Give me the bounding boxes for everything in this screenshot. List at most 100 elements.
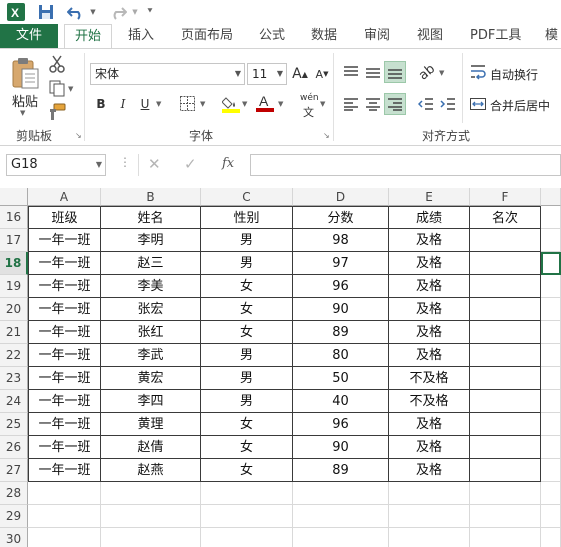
cell-d20[interactable]: 90: [293, 298, 389, 321]
tab-file[interactable]: 文件: [0, 24, 58, 48]
cell-d24[interactable]: 40: [293, 390, 389, 413]
column-header-g[interactable]: [541, 188, 561, 206]
cell-b26[interactable]: 赵倩: [101, 436, 201, 459]
decrease-font-size-icon[interactable]: A ▼: [313, 63, 331, 85]
save-icon[interactable]: [36, 2, 56, 22]
cell-b22[interactable]: 李武: [101, 344, 201, 367]
enter-icon[interactable]: ✓: [184, 155, 197, 173]
cell-f27[interactable]: [470, 459, 541, 482]
cell-a17[interactable]: 一年一班: [28, 229, 101, 252]
row-header-16[interactable]: 16: [0, 206, 28, 229]
name-box-dropdown-icon[interactable]: ▼: [96, 155, 102, 175]
borders-dropdown-icon[interactable]: ▼: [200, 100, 205, 108]
tab-review[interactable]: 审阅: [364, 24, 390, 48]
clipboard-dialog-launcher-icon[interactable]: ↘: [75, 131, 82, 140]
cell-f29[interactable]: [470, 505, 541, 528]
tab-data[interactable]: 数据: [311, 24, 337, 48]
copy-icon[interactable]: [48, 79, 66, 100]
undo-icon[interactable]: [64, 2, 88, 22]
tab-more[interactable]: 模: [545, 24, 558, 48]
cell-e20[interactable]: 及格: [389, 298, 470, 321]
paste-dropdown-icon[interactable]: ▼: [20, 109, 25, 117]
cell-e23[interactable]: 不及格: [389, 367, 470, 390]
cell-c19[interactable]: 女: [201, 275, 293, 298]
align-right-icon[interactable]: [384, 93, 406, 115]
cell-d18[interactable]: 97: [293, 252, 389, 275]
cell-d27[interactable]: 89: [293, 459, 389, 482]
cell-g26[interactable]: [541, 436, 561, 459]
insert-function-button[interactable]: fx: [222, 156, 234, 171]
cell-e18[interactable]: 及格: [389, 252, 470, 275]
cell-c16[interactable]: 性别: [201, 206, 293, 229]
cell-d23[interactable]: 50: [293, 367, 389, 390]
cell-e22[interactable]: 及格: [389, 344, 470, 367]
cell-c27[interactable]: 女: [201, 459, 293, 482]
row-header-30[interactable]: 30: [0, 528, 28, 547]
cell-c25[interactable]: 女: [201, 413, 293, 436]
cell-f28[interactable]: [470, 482, 541, 505]
row-header-26[interactable]: 26: [0, 436, 28, 459]
cell-g21[interactable]: [541, 321, 561, 344]
wrap-text-button[interactable]: 自动换行: [490, 66, 538, 83]
row-header-18[interactable]: 18: [0, 252, 28, 275]
font-color-dropdown-icon[interactable]: ▼: [278, 100, 283, 108]
row-header-23[interactable]: 23: [0, 367, 28, 390]
font-name-box[interactable]: 宋体 ▼: [90, 63, 245, 85]
orientation-dropdown-icon[interactable]: ▼: [439, 69, 444, 77]
cell-b19[interactable]: 李美: [101, 275, 201, 298]
cell-f26[interactable]: [470, 436, 541, 459]
font-size-dropdown-icon[interactable]: ▼: [274, 64, 286, 84]
cell-g22[interactable]: [541, 344, 561, 367]
cell-e29[interactable]: [389, 505, 470, 528]
row-header-27[interactable]: 27: [0, 459, 28, 482]
tab-formulas[interactable]: 公式: [259, 24, 285, 48]
row-header-22[interactable]: 22: [0, 344, 28, 367]
cell-g23[interactable]: [541, 367, 561, 390]
underline-dropdown-icon[interactable]: ▼: [156, 100, 161, 108]
cell-f17[interactable]: [470, 229, 541, 252]
undo-dropdown-icon[interactable]: ▼: [88, 2, 98, 22]
font-color-icon[interactable]: A: [256, 93, 274, 116]
cell-a20[interactable]: 一年一班: [28, 298, 101, 321]
cell-a26[interactable]: 一年一班: [28, 436, 101, 459]
cell-f24[interactable]: [470, 390, 541, 413]
copy-dropdown-icon[interactable]: ▼: [68, 85, 73, 93]
cell-g29[interactable]: [541, 505, 561, 528]
customize-quick-access-icon[interactable]: ⯆: [144, 2, 156, 22]
font-name-dropdown-icon[interactable]: ▼: [232, 64, 244, 84]
cell-e30[interactable]: [389, 528, 470, 547]
cell-g30[interactable]: [541, 528, 561, 547]
format-painter-icon[interactable]: [48, 103, 66, 124]
cell-a28[interactable]: [28, 482, 101, 505]
cell-c28[interactable]: [201, 482, 293, 505]
cell-b29[interactable]: [101, 505, 201, 528]
cell-a21[interactable]: 一年一班: [28, 321, 101, 344]
borders-icon[interactable]: [180, 96, 195, 114]
cell-e21[interactable]: 及格: [389, 321, 470, 344]
column-header-a[interactable]: A: [28, 188, 101, 206]
cell-c30[interactable]: [201, 528, 293, 547]
cell-f22[interactable]: [470, 344, 541, 367]
tab-view[interactable]: 视图: [417, 24, 443, 48]
redo-dropdown-icon[interactable]: ▼: [130, 2, 140, 22]
cell-f21[interactable]: [470, 321, 541, 344]
cell-a23[interactable]: 一年一班: [28, 367, 101, 390]
cell-e25[interactable]: 及格: [389, 413, 470, 436]
cell-b20[interactable]: 张宏: [101, 298, 201, 321]
cell-f23[interactable]: [470, 367, 541, 390]
cell-g16[interactable]: [541, 206, 561, 229]
cell-b28[interactable]: [101, 482, 201, 505]
cell-a18[interactable]: 一年一班: [28, 252, 101, 275]
cell-a30[interactable]: [28, 528, 101, 547]
cell-g24[interactable]: [541, 390, 561, 413]
align-middle-icon[interactable]: [362, 61, 384, 83]
cell-e27[interactable]: 及格: [389, 459, 470, 482]
column-header-c[interactable]: C: [201, 188, 293, 206]
cell-c22[interactable]: 男: [201, 344, 293, 367]
cell-g19[interactable]: [541, 275, 561, 298]
cell-e24[interactable]: 不及格: [389, 390, 470, 413]
cell-c23[interactable]: 男: [201, 367, 293, 390]
cut-icon[interactable]: [48, 55, 66, 76]
row-header-19[interactable]: 19: [0, 275, 28, 298]
tab-home[interactable]: 开始: [64, 24, 112, 49]
